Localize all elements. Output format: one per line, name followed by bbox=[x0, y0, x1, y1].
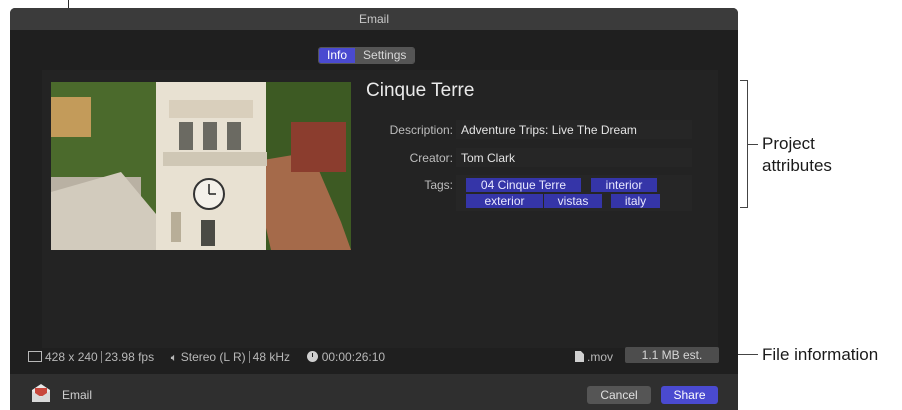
file-extension: .mov bbox=[575, 350, 613, 364]
preview-thumbnail bbox=[51, 82, 351, 250]
separator bbox=[100, 351, 102, 363]
share-button[interactable]: Share bbox=[661, 386, 718, 404]
project-attributes-annotation: Project attributes bbox=[762, 133, 832, 177]
resolution-text: 428 x 240 bbox=[45, 350, 98, 364]
file-info-pointer-line bbox=[738, 354, 758, 355]
duration-text: 00:00:26:10 bbox=[321, 350, 386, 364]
window-titlebar: Email bbox=[10, 8, 738, 30]
bracket-tick bbox=[748, 144, 758, 145]
sample-rate-text: 48 kHz bbox=[252, 350, 291, 364]
creator-label: Creator: bbox=[409, 151, 453, 165]
email-destination-icon bbox=[30, 383, 52, 403]
tag-chip[interactable]: interior bbox=[591, 178, 657, 192]
separator bbox=[248, 351, 250, 363]
clock-icon bbox=[306, 351, 318, 362]
window-title: Email bbox=[358, 12, 389, 26]
tag-chip[interactable]: vistas bbox=[544, 194, 602, 208]
project-title[interactable]: Cinque Terre bbox=[366, 80, 474, 102]
tag-chip[interactable]: exterior bbox=[466, 194, 543, 208]
canvas: Email Info Settings Cinque Terre Descrip… bbox=[0, 0, 902, 410]
speaker-icon: 🔈︎ bbox=[170, 352, 178, 364]
annotation-line1: Project bbox=[762, 134, 815, 153]
tab-info[interactable]: Info bbox=[319, 48, 356, 63]
tab-settings[interactable]: Settings bbox=[355, 48, 415, 63]
description-value[interactable]: Adventure Trips: Live The Dream bbox=[461, 123, 637, 137]
creator-value[interactable]: Tom Clark bbox=[461, 151, 515, 165]
tag-chip[interactable]: 04 Cinque Terre bbox=[466, 178, 581, 192]
tag-chip[interactable]: italy bbox=[611, 194, 660, 208]
bottom-bar: Email Cancel Share bbox=[10, 374, 738, 410]
file-size-estimate: 1.1 MB est. bbox=[625, 347, 719, 363]
file-icon bbox=[575, 351, 584, 362]
destination-label: Email bbox=[62, 388, 93, 402]
frame-rate-text: 23.98 fps bbox=[104, 350, 155, 364]
tags-label: Tags: bbox=[424, 178, 453, 192]
resolution-icon bbox=[28, 351, 42, 362]
file-info-left: 428 x 240 23.98 fps 🔈︎ Stereo (L R) 48 kHz… bbox=[28, 350, 385, 365]
extension-text: .mov bbox=[587, 350, 614, 364]
annotation-line2: attributes bbox=[762, 156, 832, 175]
tab-bar: Info Settings bbox=[318, 47, 416, 64]
cancel-button[interactable]: Cancel bbox=[587, 386, 651, 404]
share-dialog: Email Info Settings Cinque Terre Descrip… bbox=[10, 8, 738, 410]
file-information-annotation: File information bbox=[762, 345, 879, 364]
project-attributes-bracket bbox=[740, 80, 748, 208]
audio-text: Stereo (L R) bbox=[180, 350, 246, 364]
description-label: Description: bbox=[389, 123, 453, 137]
